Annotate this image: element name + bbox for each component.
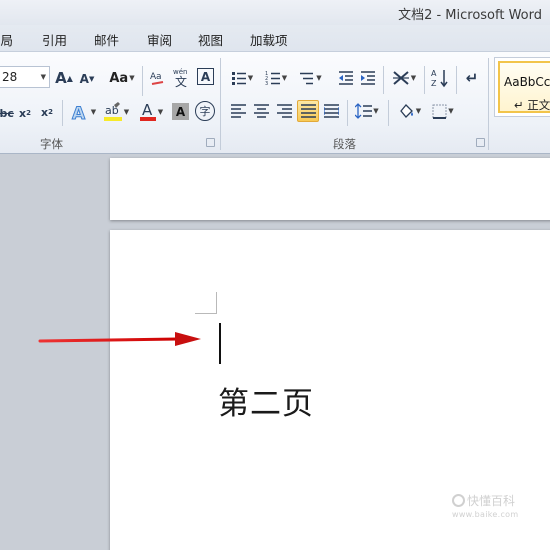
chevron-down-icon: ▼: [129, 74, 135, 82]
clear-formatting-icon[interactable]: Aa: [148, 68, 168, 88]
separator: [383, 66, 384, 94]
chevron-down-icon: ▼: [448, 107, 454, 115]
page-2-text[interactable]: 第二页: [218, 378, 314, 423]
chevron-down-icon: ▼: [123, 108, 130, 116]
paragraph-group-label: 段落: [333, 137, 356, 151]
distributed-icon[interactable]: [321, 101, 341, 121]
grow-font-button[interactable]: A ▲: [55, 69, 73, 87]
tab-references[interactable]: 引用: [42, 30, 67, 49]
grow-arrow-icon: ▲: [66, 73, 73, 83]
window-title: 文档2 - Microsoft Word: [398, 8, 542, 23]
numbering-button[interactable]: 1 2 3 ▼: [262, 68, 290, 88]
tab-mailings[interactable]: 邮件: [94, 30, 119, 49]
change-case-button[interactable]: Aa ▼: [108, 69, 136, 87]
superscript-icon[interactable]: x2: [39, 104, 55, 120]
chinese-layout-button[interactable]: ▼: [389, 68, 419, 88]
red-arrow-icon: [38, 332, 201, 346]
font-size-value: 28: [2, 70, 18, 84]
decrease-indent-icon[interactable]: [336, 68, 356, 88]
chevron-down-icon: ▼: [281, 74, 288, 82]
font-size-combobox[interactable]: 28 ▼: [0, 66, 50, 88]
svg-text:文: 文: [175, 74, 187, 88]
chevron-down-icon: ▼: [373, 107, 379, 115]
ribbon: 28 ▼ A▲ A▼ Aa▼ Aa wén文 A abc x2 x2 A▼ ab…: [0, 51, 550, 154]
watermark-logo-icon: [452, 494, 465, 507]
font-color-button[interactable]: A ▼: [137, 100, 165, 124]
ribbon-tabs: 布局 引用 邮件 审阅 视图 加载项: [0, 25, 550, 51]
justify-button[interactable]: [297, 100, 319, 122]
svg-text:Z: Z: [431, 79, 437, 88]
svg-text:A: A: [142, 101, 153, 119]
styles-gallery: AaBbCcD ↵ 正文: [494, 57, 550, 117]
watermark: 快懂百科 www.baike.com: [452, 494, 519, 519]
increase-indent-icon[interactable]: [358, 68, 378, 88]
subscript-icon[interactable]: x2: [17, 105, 33, 121]
font-group-label: 字体: [40, 137, 63, 151]
align-center-icon[interactable]: [251, 101, 271, 121]
strikethrough-icon[interactable]: abc: [0, 104, 14, 122]
group-separator: [488, 58, 489, 150]
line-spacing-button[interactable]: ▼: [353, 100, 381, 122]
chevron-down-icon: ▼: [90, 108, 97, 116]
tab-review[interactable]: 审阅: [147, 30, 172, 49]
separator: [388, 100, 389, 126]
sort-icon[interactable]: AZ: [430, 67, 450, 89]
style-preview-text: AaBbCcD: [504, 75, 550, 89]
show-formatting-marks-icon[interactable]: ↵: [462, 67, 482, 89]
chevron-down-icon: ▼: [415, 107, 422, 115]
paragraph-dialog-launcher-icon[interactable]: [476, 138, 485, 147]
separator: [347, 100, 348, 126]
svg-text:A: A: [431, 69, 437, 78]
chevron-down-icon: ▼: [157, 108, 164, 116]
margin-corner-mark: [195, 292, 217, 314]
svg-text:a: a: [156, 72, 162, 82]
highlight-color-button[interactable]: ab ▼: [102, 100, 130, 124]
align-right-icon[interactable]: [274, 101, 294, 121]
shading-button[interactable]: ▼: [394, 100, 424, 122]
bullets-button[interactable]: ▼: [228, 68, 256, 88]
phonetic-guide-icon[interactable]: wén 文: [172, 66, 194, 88]
style-normal[interactable]: AaBbCcD ↵ 正文: [498, 61, 550, 113]
shrink-font-button[interactable]: A ▼: [79, 71, 95, 87]
tab-addins[interactable]: 加载项: [250, 30, 288, 49]
separator: [424, 66, 425, 94]
align-left-icon[interactable]: [228, 101, 248, 121]
separator: [142, 66, 143, 96]
character-border-icon[interactable]: A: [197, 68, 214, 85]
group-separator: [220, 58, 221, 150]
page-1[interactable]: [110, 158, 550, 220]
chevron-down-icon[interactable]: ▼: [41, 73, 46, 81]
separator: [62, 100, 63, 126]
chevron-down-icon: ▼: [316, 74, 322, 82]
separator: [456, 66, 457, 94]
borders-button[interactable]: ▼: [428, 100, 458, 122]
character-shading-icon[interactable]: A: [172, 103, 189, 120]
chevron-down-icon: ▼: [410, 74, 417, 82]
svg-text:A: A: [72, 104, 86, 122]
text-effects-button[interactable]: A ▼: [69, 101, 97, 123]
shrink-arrow-icon: ▼: [88, 75, 95, 83]
font-dialog-launcher-icon[interactable]: [206, 138, 215, 147]
chevron-down-icon: ▼: [247, 74, 254, 82]
svg-text:3: 3: [265, 81, 268, 86]
tab-view[interactable]: 视图: [198, 30, 223, 49]
multilevel-list-button[interactable]: ▼: [295, 68, 325, 88]
title-bar: 文档2 - Microsoft Word: [0, 0, 550, 25]
style-name: ↵ 正文: [514, 98, 550, 112]
enclose-character-icon[interactable]: 字: [195, 101, 215, 121]
tab-layout[interactable]: 布局: [0, 30, 13, 49]
text-cursor: [219, 323, 221, 364]
